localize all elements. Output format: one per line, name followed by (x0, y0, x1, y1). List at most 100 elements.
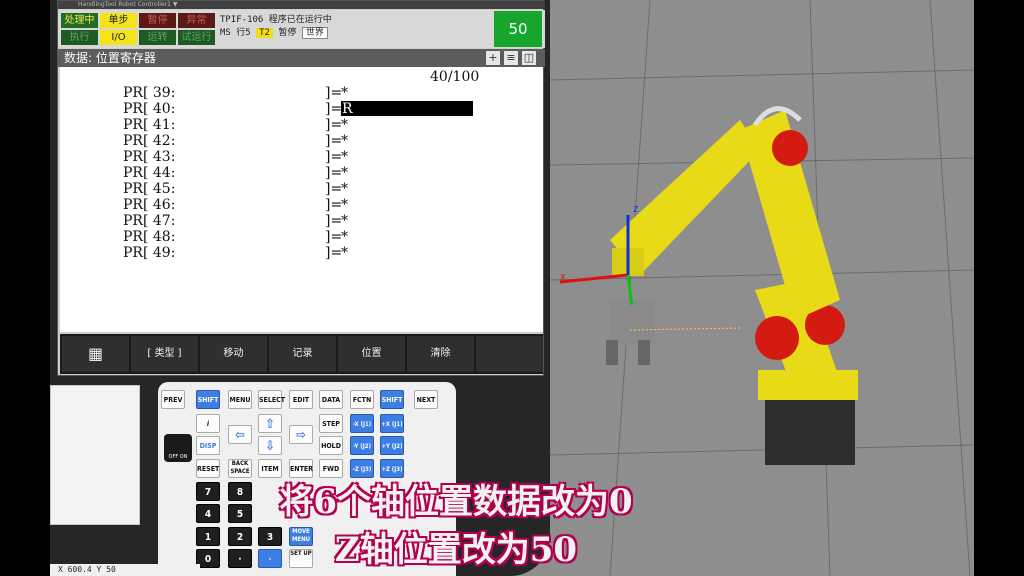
hold-key[interactable]: HOLD (319, 436, 343, 455)
jog-plus-y-key[interactable]: +Y (J2) (380, 436, 404, 455)
pr-row[interactable]: PR[ 39: ]= * (123, 85, 483, 101)
shift-right-key[interactable]: SHIFT (380, 390, 404, 409)
pr-value[interactable]: * (341, 213, 348, 229)
menu-icon[interactable]: ≡ (504, 51, 518, 65)
pr-bracket: ]= (325, 149, 343, 165)
select-key[interactable]: SELECT (258, 390, 285, 409)
pr-label: PR[ 42: (123, 133, 176, 149)
fctn-key[interactable]: FCTN (350, 390, 374, 409)
pr-bracket: ]= (325, 197, 343, 213)
pr-row[interactable]: PR[ 48: ]= * (123, 229, 483, 245)
pr-row[interactable]: PR[ 47: ]= * (123, 213, 483, 229)
pr-label: PR[ 43: (123, 149, 176, 165)
fkey-move[interactable]: 移动 (200, 336, 267, 372)
pr-row[interactable]: PR[ 45: ]= * (123, 181, 483, 197)
fkey-more[interactable] (476, 336, 543, 372)
prev-key[interactable]: PREV (161, 390, 185, 409)
pr-value[interactable]: * (341, 245, 348, 261)
pr-bracket: ]= (325, 245, 343, 261)
zoom-icon[interactable]: + (486, 51, 500, 65)
pr-label: PR[ 49: (123, 245, 176, 261)
pr-label: PR[ 41: (123, 117, 176, 133)
pendant-screen: HandlingTool Robot Controller1 ▼ 处理中 单步 … (57, 0, 545, 376)
letterbox-right (974, 0, 1024, 576)
override-speed[interactable]: 50 (494, 11, 542, 47)
coordinate-readout: X 600.4 Y 50 (50, 564, 200, 576)
pr-row[interactable]: PR[ 40: ]= R (123, 101, 483, 117)
pr-label: PR[ 45: (123, 181, 176, 197)
pr-bracket: ]= (325, 229, 343, 245)
pr-bracket: ]= (325, 85, 343, 101)
status-io: I/O (100, 30, 137, 45)
arrow-right-key[interactable]: ⇨ (289, 425, 313, 444)
pr-row[interactable]: PR[ 49: ]= * (123, 245, 483, 261)
page-counter: 40/100 (430, 69, 480, 85)
pr-row[interactable]: PR[ 46: ]= * (123, 197, 483, 213)
pr-bracket: ]= (325, 165, 343, 181)
status-info: TPIF-106 程序已在运行中 MS 行5 T2 暂停 世界 (220, 14, 332, 40)
page-title: 数据: 位置寄存器 (58, 49, 545, 67)
pr-row[interactable]: PR[ 42: ]= * (123, 133, 483, 149)
status-run: 执行 (61, 30, 98, 45)
data-key[interactable]: DATA (319, 390, 343, 409)
frame-badge: 世界 (301, 27, 328, 39)
pr-label: PR[ 48: (123, 229, 176, 245)
pr-label: PR[ 46: (123, 197, 176, 213)
status-bar: 处理中 单步 暂停 异常 执行 I/O 运转 试运行 TPIF-106 程序已在… (58, 10, 545, 48)
menu-key[interactable]: MENU (228, 390, 252, 409)
axis-label-z: Z (633, 205, 639, 214)
mode-badge: T2 (256, 28, 273, 38)
pr-value[interactable]: * (341, 133, 348, 149)
pr-value[interactable]: * (341, 117, 348, 133)
pr-value-input[interactable]: R (341, 101, 473, 117)
pr-label: PR[ 47: (123, 213, 176, 229)
split-icon[interactable]: ◫ (522, 51, 536, 65)
window-title: HandlingTool Robot Controller1 ▼ (58, 1, 545, 9)
arrow-down-key[interactable]: ⇩ (258, 436, 282, 455)
arrow-up-key[interactable]: ⇧ (258, 414, 282, 433)
jog-minus-y-key[interactable]: -Y (J2) (350, 436, 374, 455)
pr-label: PR[ 40: (123, 101, 176, 117)
fkey-record[interactable]: 记录 (269, 336, 336, 372)
pr-bracket: ]= (325, 133, 343, 149)
pr-row[interactable]: PR[ 43: ]= * (123, 149, 483, 165)
pr-value[interactable]: * (341, 229, 348, 245)
pr-value[interactable]: * (341, 197, 348, 213)
pr-bracket: ]= (325, 101, 343, 117)
run-state: 暂停 (278, 28, 297, 38)
pr-label: PR[ 44: (123, 165, 176, 181)
pr-bracket: ]= (325, 181, 343, 197)
status-fault: 异常 (178, 13, 215, 28)
step-key[interactable]: STEP (319, 414, 343, 433)
next-key[interactable]: NEXT (414, 390, 438, 409)
pr-value[interactable]: * (341, 181, 348, 197)
disp-key[interactable]: DISP (196, 436, 220, 455)
shift-left-key[interactable]: SHIFT (196, 390, 220, 409)
arrow-left-key[interactable]: ⇦ (228, 425, 252, 444)
pr-label: PR[ 39: (123, 85, 176, 101)
fkey-position[interactable]: 位置 (338, 336, 405, 372)
program-line: MS 行5 T2 暂停 世界 (220, 27, 332, 40)
pr-value[interactable]: * (341, 165, 348, 181)
pr-bracket: ]= (325, 213, 343, 229)
caption-line-1: 将6个轴位置数据改为0 (279, 482, 633, 522)
info-key[interactable]: i (196, 414, 220, 433)
deadman-switch[interactable]: OFF ON (164, 434, 192, 462)
axis-label-x: X (560, 273, 566, 282)
fkey-type[interactable]: [ 类型 ] (131, 336, 198, 372)
jog-plus-x-key[interactable]: +X (J1) (380, 414, 404, 433)
caption-line-2: Z轴位置改为50 (334, 530, 578, 570)
fkey-clear[interactable]: 清除 (407, 336, 474, 372)
pr-row[interactable]: PR[ 44: ]= * (123, 165, 483, 181)
jog-minus-x-key[interactable]: -X (J1) (350, 414, 374, 433)
status-step: 单步 (100, 13, 137, 28)
edit-key[interactable]: EDIT (289, 390, 313, 409)
pr-row[interactable]: PR[ 41: ]= * (123, 117, 483, 133)
fkey-grid-icon[interactable]: ▦ (62, 336, 129, 372)
pr-value[interactable]: * (341, 85, 348, 101)
status-tcyc: 试运行 (178, 30, 215, 45)
pr-value[interactable]: * (341, 149, 348, 165)
status-hold: 暂停 (139, 13, 176, 28)
register-list: 40/100 PR[ 39:]= * PR[ 40:]= R PR[ 41:]= * PR[… (60, 67, 543, 368)
pr-bracket: ]= (325, 117, 343, 133)
